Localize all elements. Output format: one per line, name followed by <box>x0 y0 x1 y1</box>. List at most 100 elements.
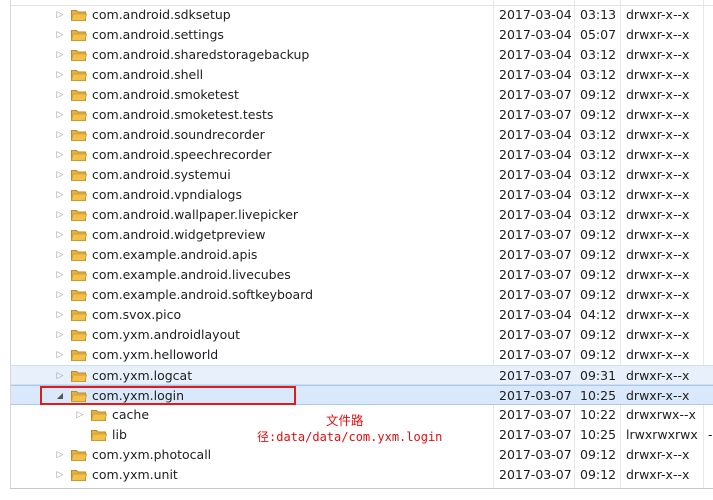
triangle-right-icon[interactable]: ▷ <box>55 269 65 281</box>
modified-time: 09:12 <box>580 107 617 122</box>
triangle-right-icon[interactable]: ▷ <box>55 449 65 461</box>
triangle-right-icon[interactable]: ▷ <box>55 349 65 361</box>
modified-time: 09:12 <box>580 327 617 342</box>
modified-time: 09:12 <box>580 267 617 282</box>
modified-time: 09:31 <box>580 368 617 383</box>
permissions: drwxr-x--x <box>626 287 690 302</box>
modified-date: 2017-03-04 <box>499 207 572 222</box>
triangle-right-icon[interactable]: ▷ <box>55 89 65 101</box>
triangle-right-icon[interactable]: ▷ <box>55 129 65 141</box>
permissions: drwxr-x--x <box>626 388 690 403</box>
folder-name: com.yxm.logcat <box>92 368 193 383</box>
triangle-right-icon[interactable]: ▷ <box>55 469 65 481</box>
folder-icon <box>70 228 88 242</box>
tree-row[interactable]: ▷ com.android.smoketest 2017-03-07 09:12 drw… <box>11 85 713 105</box>
tree-row[interactable]: ▷ com.example.android.livecubes 2017-03-07… <box>11 265 713 285</box>
folder-name: com.yxm.unit <box>92 467 178 482</box>
permissions: drwxr-x--x <box>626 107 690 122</box>
folder-name: com.android.wallpaper.livepicker <box>92 207 299 222</box>
folder-icon <box>70 268 88 282</box>
folder-name: com.android.shell <box>92 67 204 82</box>
modified-date: 2017-03-04 <box>499 127 572 142</box>
modified-time: 03:13 <box>580 7 617 22</box>
folder-name: cache <box>112 407 150 422</box>
triangle-right-icon[interactable]: ▷ <box>55 289 65 301</box>
triangle-right-icon[interactable]: ▷ <box>55 189 65 201</box>
triangle-right-icon[interactable]: ▷ <box>55 169 65 181</box>
triangle-right-icon[interactable]: ▷ <box>55 109 65 121</box>
folder-icon <box>70 148 88 162</box>
permissions: drwxr-x--x <box>626 327 690 342</box>
triangle-right-icon[interactable]: ▷ <box>55 370 65 382</box>
folder-name: com.android.vpndialogs <box>92 187 242 202</box>
tree-row[interactable]: ▷ com.svox.pico 2017-03-04 04:12 drwxr-x--x <box>11 305 713 325</box>
modified-date: 2017-03-04 <box>499 27 572 42</box>
triangle-right-icon[interactable]: ▷ <box>55 249 65 261</box>
permissions: drwxr-x--x <box>626 187 690 202</box>
folder-icon <box>70 208 88 222</box>
modified-date: 2017-03-07 <box>499 368 572 383</box>
permissions: drwxr-x--x <box>626 127 690 142</box>
folder-name: com.example.android.softkeyboard <box>92 287 314 302</box>
tree-row[interactable]: ▷ com.example.android.apis 2017-03-07 09:12… <box>11 245 713 265</box>
triangle-right-icon[interactable]: ▷ <box>55 229 65 241</box>
tree-row[interactable]: ▷ com.android.widgetpreview 2017-03-07 09:1… <box>11 225 713 245</box>
permissions: drwxr-x--x <box>626 27 690 42</box>
modified-date: 2017-03-07 <box>499 327 572 342</box>
tree-row[interactable]: ▷ com.android.speechrecorder 2017-03-04 03:… <box>11 145 713 165</box>
folder-icon <box>70 468 88 482</box>
tree-row[interactable]: ▷ com.android.settings 2017-03-04 05:07 drwx… <box>11 25 713 45</box>
permissions: lrwxrwxrwx <box>626 427 698 442</box>
triangle-right-icon[interactable]: ▷ <box>55 29 65 41</box>
modified-date: 2017-03-07 <box>499 227 572 242</box>
modified-date: 2017-03-07 <box>499 427 572 442</box>
modified-time: 09:12 <box>580 467 617 482</box>
folder-name: com.android.smoketest <box>92 87 239 102</box>
tree-row[interactable]: ▷ com.android.soundrecorder 2017-03-04 03:1… <box>11 125 713 145</box>
permissions: drwxr-x--x <box>626 307 690 322</box>
triangle-right-icon[interactable]: ▷ <box>55 9 65 21</box>
tree-row[interactable]: ▷ com.android.systemui 2017-03-04 03:12 drwx… <box>11 165 713 185</box>
triangle-right-icon[interactable]: ▷ <box>55 69 65 81</box>
folder-name: com.yxm.helloworld <box>92 347 219 362</box>
tree-row[interactable]: ▷ com.yxm.unit 2017-03-07 09:12 drwxr-x--x <box>11 465 713 485</box>
modified-time: 05:07 <box>580 27 617 42</box>
triangle-right-icon[interactable]: ▷ <box>75 409 85 421</box>
folder-name: com.android.speechrecorder <box>92 147 272 162</box>
modified-date: 2017-03-07 <box>499 467 572 482</box>
folder-name: com.example.android.apis <box>92 247 258 262</box>
modified-date: 2017-03-04 <box>499 147 572 162</box>
tree-row[interactable]: ▷ com.yxm.helloworld 2017-03-07 09:12 drwxr-… <box>11 345 713 365</box>
tree-row[interactable]: ▷ com.yxm.logcat 2017-03-07 09:31 drwxr-x--x <box>11 365 713 385</box>
permissions: drwxr-x--x <box>626 247 690 262</box>
modified-date: 2017-03-04 <box>499 47 572 62</box>
folder-name: com.yxm.photocall <box>92 447 212 462</box>
tree-row[interactable]: ▷ com.android.sdksetup 2017-03-04 03:13 drwx… <box>11 5 713 25</box>
modified-time: 09:12 <box>580 347 617 362</box>
modified-time: 03:12 <box>580 47 617 62</box>
annotation-line-2: 径:data/data/com.yxm.login <box>257 430 443 444</box>
modified-date: 2017-03-07 <box>499 347 572 362</box>
permissions: drwxr-x--x <box>626 347 690 362</box>
tree-row[interactable]: ▷ com.yxm.androidlayout 2017-03-07 09:12 drw… <box>11 325 713 345</box>
folder-name: com.yxm.androidlayout <box>92 327 241 342</box>
triangle-right-icon[interactable]: ▷ <box>55 149 65 161</box>
folder-name: com.android.soundrecorder <box>92 127 265 142</box>
triangle-right-icon[interactable]: ▷ <box>55 329 65 341</box>
folder-name: lib <box>112 427 127 442</box>
folder-icon <box>70 168 88 182</box>
permissions: drwxr-x--x <box>626 167 690 182</box>
tree-row[interactable]: ▷ com.android.sharedstoragebackup 2017-03-… <box>11 45 713 65</box>
tree-row[interactable]: ▷ com.android.shell 2017-03-04 03:12 drwxr-x… <box>11 65 713 85</box>
tree-row[interactable]: ▷ com.android.smoketest.tests 2017-03-07 09… <box>11 105 713 125</box>
tree-row[interactable]: ▷ com.yxm.photocall 2017-03-07 09:12 drwxr-x… <box>11 445 713 465</box>
triangle-right-icon[interactable]: ▷ <box>55 49 65 61</box>
triangle-right-icon[interactable]: ▷ <box>55 309 65 321</box>
triangle-right-icon[interactable]: ▷ <box>55 209 65 221</box>
tree-row[interactable]: ▷ com.android.vpndialogs 2017-03-04 03:12 dr… <box>11 185 713 205</box>
modified-time: 09:12 <box>580 227 617 242</box>
tree-row[interactable]: ▷ com.android.wallpaper.livepicker 2017-03… <box>11 205 713 225</box>
folder-name: com.svox.pico <box>92 307 182 322</box>
tree-row[interactable]: ▷ com.example.android.softkeyboard 2017-03… <box>11 285 713 305</box>
permissions: drwxr-x--x <box>626 87 690 102</box>
